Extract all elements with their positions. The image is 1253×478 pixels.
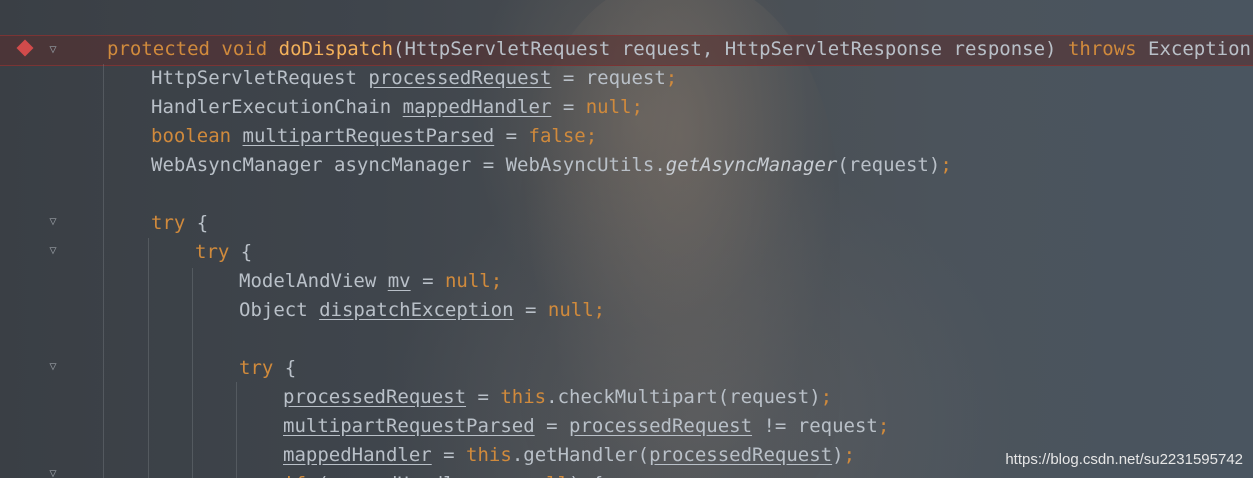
operator: = (410, 270, 445, 292)
paren: ) (832, 444, 844, 466)
code-line[interactable]: processedRequest = this.checkMultipart(r… (0, 383, 1253, 412)
method-call: .getHandler( (511, 444, 650, 466)
variable: processedRequest (649, 444, 833, 466)
method-name: doDispatch (278, 38, 394, 60)
type-name: HandlerExecutionChain (151, 96, 392, 118)
variable: mappedHandler (329, 473, 478, 478)
watermark-url: https://blog.csdn.net/su2231595742 (1005, 451, 1243, 468)
semicolon: ; (490, 270, 503, 292)
semicolon: ; (820, 386, 833, 408)
variable: processedRequest (368, 67, 552, 89)
brace: { (273, 357, 297, 379)
semicolon: ; (877, 415, 890, 437)
type-name: Object (239, 299, 308, 321)
code-line[interactable]: multipartRequestParsed = processedReques… (0, 412, 1253, 441)
variable: multipartRequestParsed (242, 125, 495, 147)
code-line[interactable]: try { (0, 209, 1253, 238)
keyword: try (195, 241, 230, 263)
code-line[interactable]: try { (0, 238, 1253, 267)
brace: { (229, 241, 253, 263)
operator: = (534, 415, 569, 437)
expression: WebAsyncManager asyncManager = WebAsyncU… (151, 154, 666, 176)
arguments: (request) (837, 154, 941, 176)
keyword: void (221, 38, 268, 60)
code-line[interactable]: HttpServletRequest processedRequest = re… (0, 64, 1253, 93)
code-line[interactable]: WebAsyncManager asyncManager = WebAsyncU… (0, 151, 1253, 180)
paren: ( (306, 473, 328, 478)
keyword: false (528, 125, 586, 147)
operator: == (478, 473, 524, 478)
semicolon: ; (585, 125, 598, 147)
keyword: this (500, 386, 547, 408)
method-call: .checkMultipart(request) (546, 386, 821, 408)
code-area[interactable]: protected void doDispatch(HttpServletReq… (0, 35, 1253, 478)
operator: = (431, 444, 467, 466)
keyword: try (151, 212, 186, 234)
keyword: null (444, 270, 491, 292)
variable: processedRequest (569, 415, 753, 437)
keyword: null (523, 473, 569, 478)
static-method: getAsyncManager (665, 154, 838, 176)
expression: = request (551, 67, 666, 89)
variable: mv (387, 270, 411, 292)
semicolon: ; (940, 154, 952, 176)
code-editor[interactable]: ▽ ▽ ▽ ▽ ▽ protected void doDispatch(Http… (0, 0, 1253, 478)
code-line-blank[interactable] (0, 180, 1253, 209)
code-line[interactable]: try { (0, 354, 1253, 383)
keyword: protected (107, 38, 210, 60)
keyword: boolean (151, 125, 232, 147)
operator: = (494, 125, 529, 147)
keyword: this (466, 444, 512, 466)
keyword: null (585, 96, 632, 118)
code-line[interactable]: Object dispatchException = null; (0, 296, 1253, 325)
type-name: HttpServletRequest (151, 67, 357, 89)
semicolon: ; (665, 67, 678, 89)
method-params: (HttpServletRequest request, HttpServlet… (393, 38, 1057, 60)
variable: mappedHandler (402, 96, 552, 118)
keyword: throws (1067, 38, 1137, 60)
variable: multipartRequestParsed (283, 415, 535, 437)
type-name: ModelAndView (239, 270, 377, 292)
code-line[interactable]: HandlerExecutionChain mappedHandler = nu… (0, 93, 1253, 122)
code-line-blank[interactable] (0, 325, 1253, 354)
variable: dispatchException (319, 299, 514, 321)
operator: = (513, 299, 548, 321)
code-line[interactable]: boolean multipartRequestParsed = false; (0, 122, 1253, 151)
keyword: try (239, 357, 274, 379)
brace: { (185, 212, 209, 234)
operator: = (551, 96, 586, 118)
exception-type: Exception { (1148, 38, 1251, 60)
variable: mappedHandler (283, 444, 432, 466)
semicolon: ; (843, 444, 856, 466)
code-line[interactable]: ModelAndView mv = null; (0, 267, 1253, 296)
keyword: if (283, 473, 306, 478)
variable: processedRequest (283, 386, 467, 408)
expression: != request (752, 415, 878, 437)
operator: = (466, 386, 501, 408)
code-line[interactable]: if (mappedHandler == null) { (0, 470, 1253, 478)
code-line-method-signature[interactable]: protected void doDispatch(HttpServletReq… (0, 35, 1253, 64)
keyword: null (547, 299, 594, 321)
brace: ) { (569, 473, 603, 478)
semicolon: ; (593, 299, 606, 321)
semicolon: ; (631, 96, 643, 118)
